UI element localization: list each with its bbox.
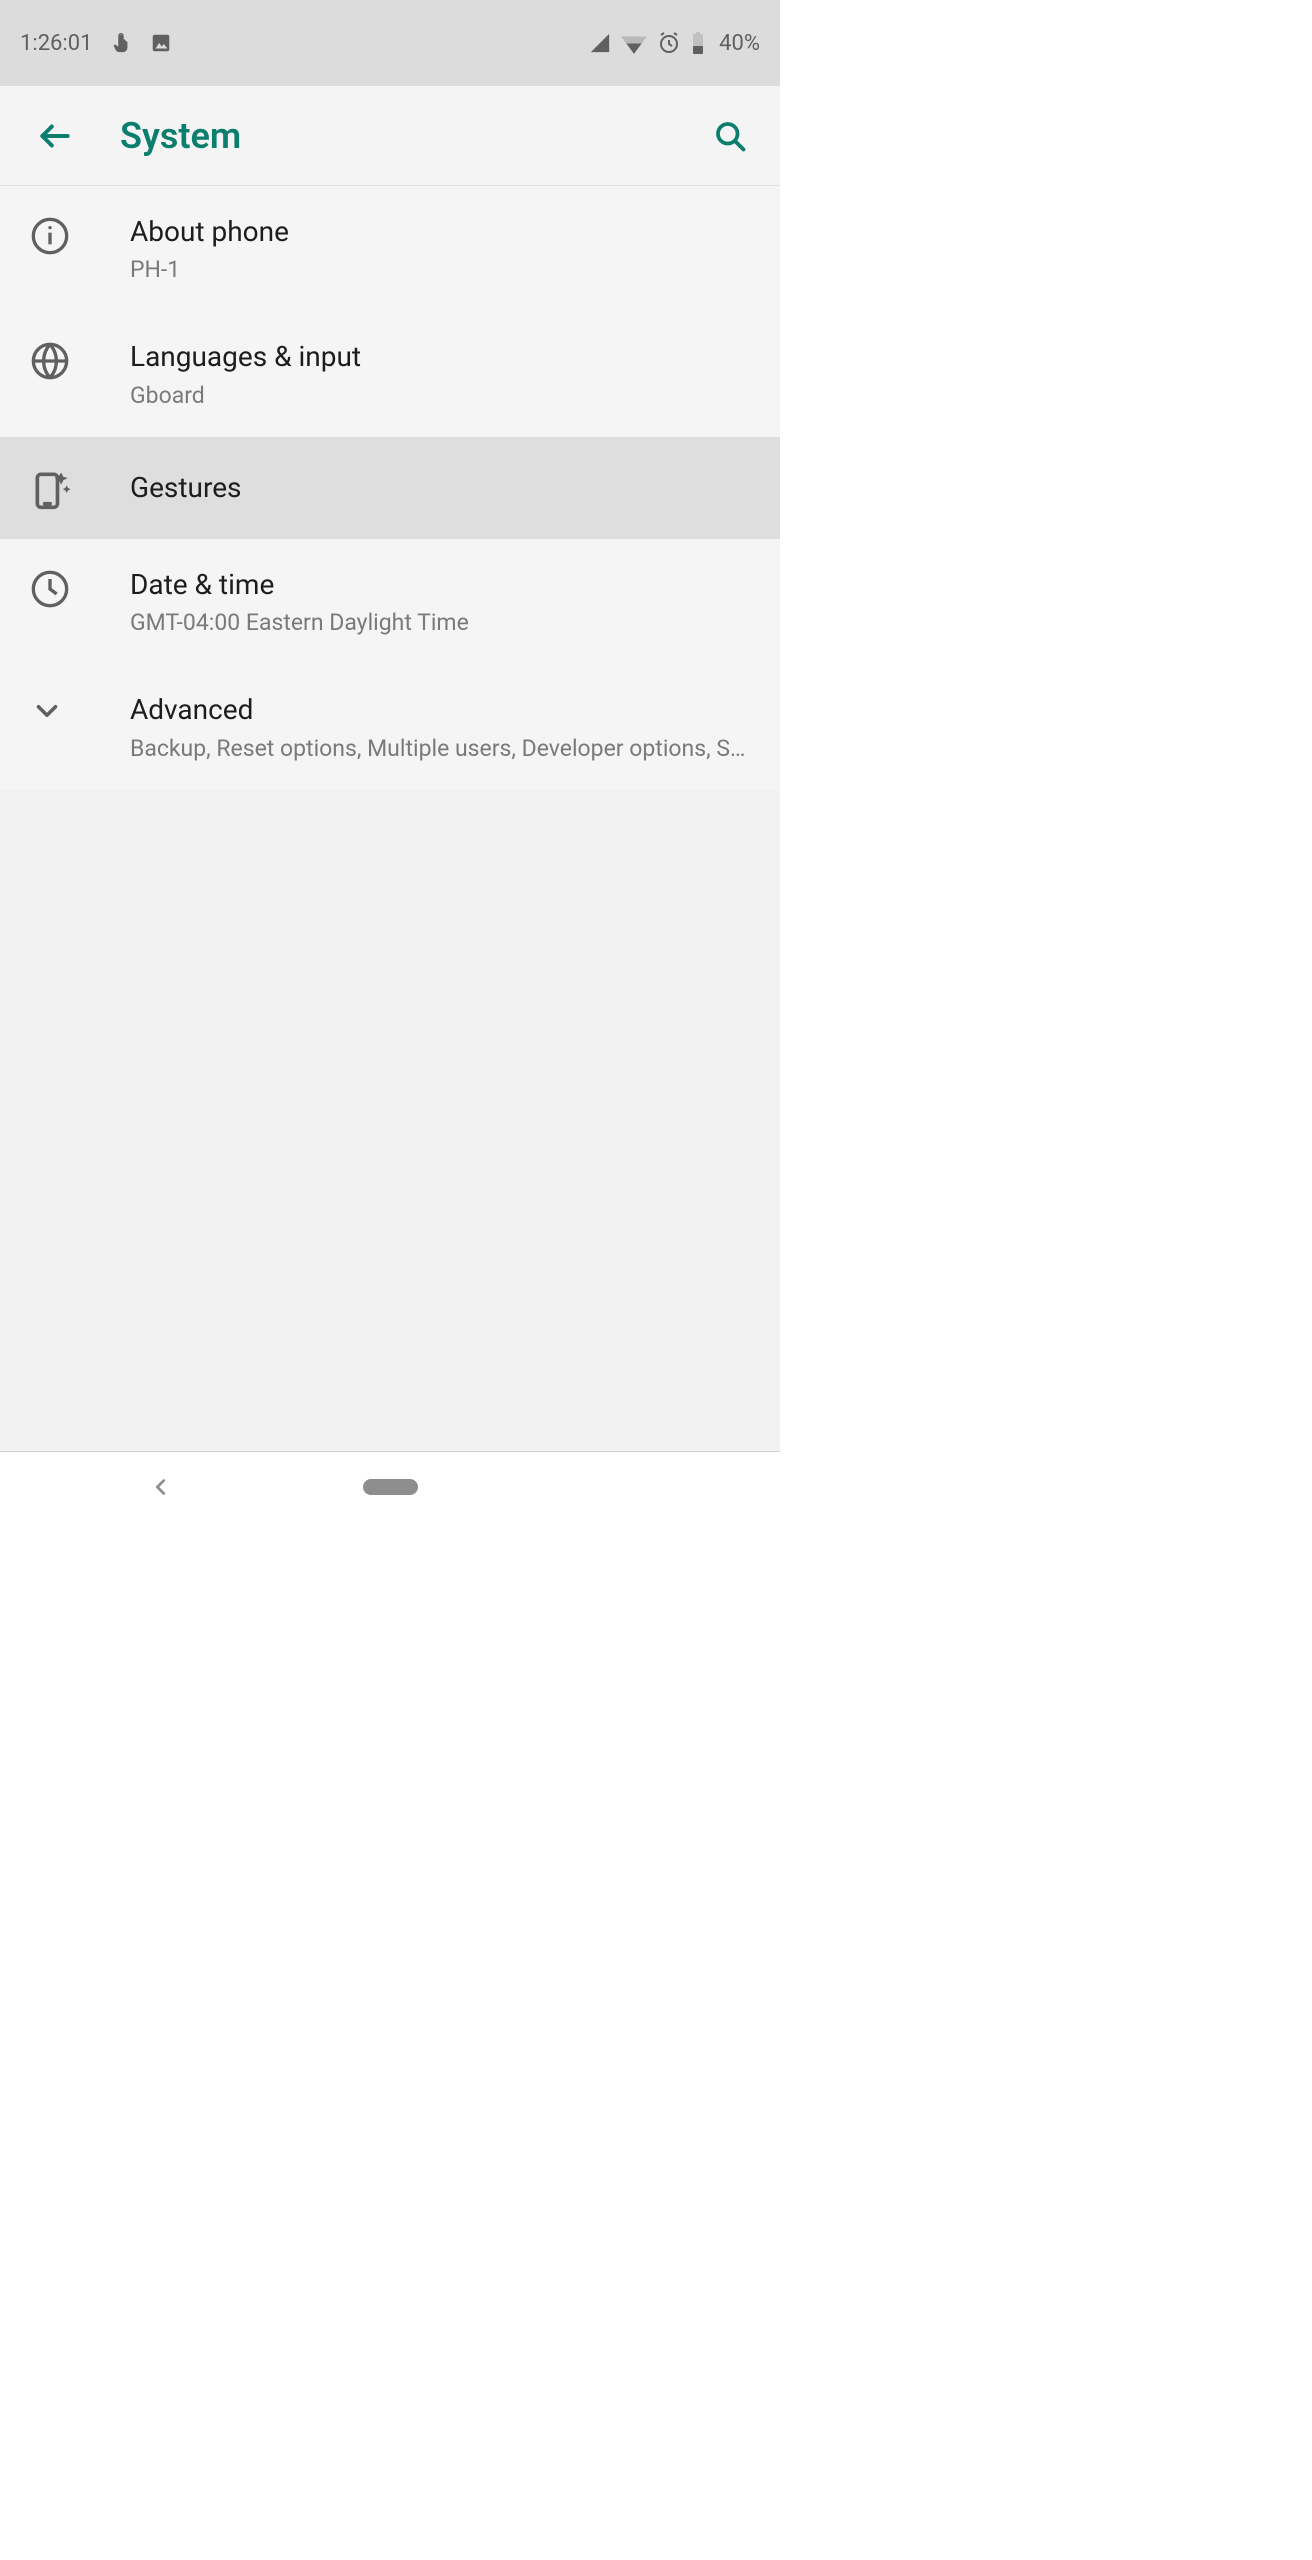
wifi-icon — [621, 32, 647, 54]
nav-home-pill[interactable] — [363, 1479, 418, 1495]
chevron-down-icon — [30, 692, 100, 728]
info-icon — [30, 214, 100, 256]
item-subtitle: Backup, Reset options, Multiple users, D… — [130, 735, 750, 762]
list-item-date-time[interactable]: Date & time GMT-04:00 Eastern Daylight T… — [0, 539, 780, 664]
nav-bar — [0, 1451, 780, 1521]
battery-icon — [691, 31, 705, 55]
item-title: Languages & input — [130, 339, 750, 375]
status-time: 1:26:01 — [20, 31, 92, 56]
back-button[interactable] — [20, 101, 90, 171]
list-item-gestures[interactable]: Gestures — [0, 437, 780, 539]
search-button[interactable] — [700, 106, 760, 166]
list-item-advanced[interactable]: Advanced Backup, Reset options, Multiple… — [0, 664, 780, 789]
item-subtitle: Gboard — [130, 382, 750, 409]
gesture-phone-icon — [30, 465, 100, 511]
nav-back-button[interactable] — [150, 1476, 172, 1498]
item-title: About phone — [130, 214, 750, 250]
app-bar: System — [0, 86, 780, 186]
battery-percent: 40% — [719, 31, 760, 56]
photos-icon — [150, 32, 172, 54]
alarm-icon — [657, 31, 681, 55]
item-title: Gestures — [130, 470, 750, 506]
settings-list: About phone PH-1 Languages & input Gboar… — [0, 186, 780, 790]
item-subtitle: PH-1 — [130, 256, 750, 283]
list-item-about-phone[interactable]: About phone PH-1 — [0, 186, 780, 311]
item-title: Advanced — [130, 692, 750, 728]
clock-icon — [30, 567, 100, 609]
cell-signal-icon — [589, 32, 611, 54]
page-title: System — [120, 115, 241, 157]
item-title: Date & time — [130, 567, 750, 603]
list-item-languages-input[interactable]: Languages & input Gboard — [0, 311, 780, 436]
touch-icon — [110, 32, 132, 54]
status-bar: 1:26:01 40% — [0, 0, 780, 86]
globe-icon — [30, 339, 100, 381]
item-subtitle: GMT-04:00 Eastern Daylight Time — [130, 609, 750, 636]
